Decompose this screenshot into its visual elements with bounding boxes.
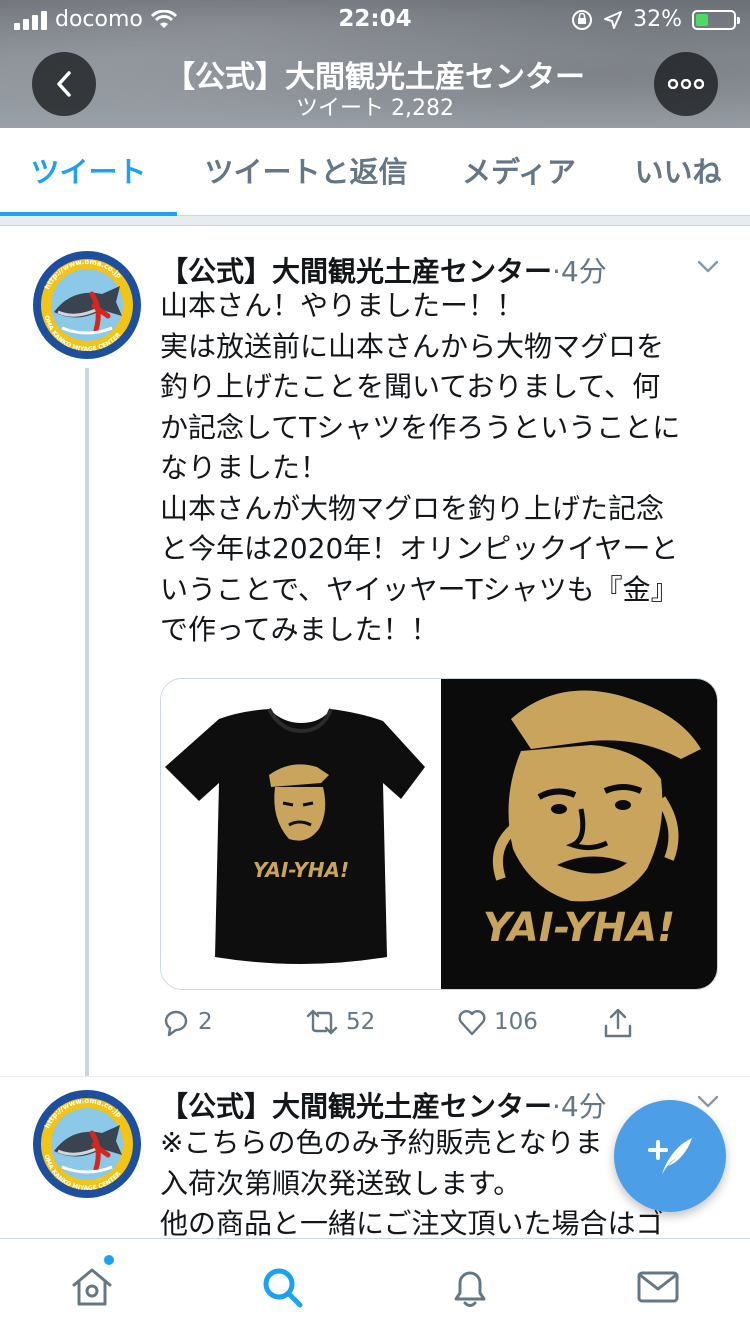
- reply-icon: [164, 1010, 188, 1037]
- home-icon[interactable]: [70, 1265, 114, 1309]
- profile-header: docomo 22:04 32% 【公式】大間観光土産センター ツイート 2,2…: [0, 0, 750, 128]
- share-button[interactable]: [602, 1006, 634, 1040]
- profile-tabs: ツイート ツイートと返信 メディア いいね: [0, 128, 750, 216]
- tweet-line: 山本さん！やりましたー！！: [160, 289, 525, 322]
- tweet-line: なりました！: [160, 451, 329, 484]
- tweet-line: 釣り上げたことを聞いておりまして、何: [160, 370, 661, 403]
- tweet-line: 山本さんが大物マグロを釣り上げた記念: [160, 491, 665, 525]
- location-icon: [604, 10, 623, 29]
- tab-tweets[interactable]: ツイート: [0, 128, 177, 216]
- retweet-icon: [306, 1009, 338, 1035]
- compose-button[interactable]: [614, 1100, 726, 1212]
- tweet-actions: 2 52 106: [160, 1006, 720, 1046]
- reply-count: 2: [198, 1009, 213, 1035]
- tab-tweets-and-replies[interactable]: ツイートと返信: [186, 128, 426, 216]
- tweet-separator: ·: [552, 255, 561, 288]
- avatar[interactable]: http://www.oma.co.jp OMA KANKO MIYAGE CE…: [32, 250, 142, 360]
- tweet-separator: ·: [552, 1090, 561, 1123]
- tab-divider: [0, 216, 750, 226]
- battery-percent: 32%: [633, 7, 682, 32]
- search-icon[interactable]: [260, 1265, 304, 1309]
- like-count: 106: [494, 1009, 538, 1035]
- tweet-count: ツイート 2,282: [296, 96, 454, 121]
- retweet-count: 52: [346, 1009, 376, 1035]
- like-icon: [458, 1010, 486, 1036]
- status-right: 32%: [571, 7, 740, 32]
- tweet-line: 実は放送前に山本さんから大物マグロを: [160, 329, 665, 363]
- bottom-nav: [0, 1238, 750, 1334]
- tweet-author-name[interactable]: 【公式】大間観光土産センター: [160, 1090, 552, 1123]
- tweet-header: 【公式】大間観光土産センター·4分: [160, 250, 720, 290]
- orientation-lock-icon: [572, 9, 593, 30]
- messages-icon[interactable]: [636, 1265, 680, 1309]
- like-button[interactable]: 106: [456, 1006, 538, 1038]
- tab-media[interactable]: メディア: [446, 128, 592, 216]
- tweet-text: 山本さん！やりましたー！！ 実は放送前に山本さんから大物マグロを 釣り上げたこと…: [160, 286, 728, 651]
- closeup-print-text: YAI-YHA!: [483, 905, 676, 951]
- tweet-line: いうことで、ヤイッヤーTシャツも『金』: [160, 572, 679, 606]
- share-icon: [604, 1008, 632, 1038]
- notifications-icon[interactable]: [448, 1265, 492, 1309]
- tweet-line: と今年は2020年！オリンピックイヤーと: [160, 532, 679, 565]
- status-bar: docomo 22:04 32%: [0, 0, 750, 40]
- avatar[interactable]: http://www.oma.co.jp OMA KANKO MIYAGE CE…: [32, 1089, 142, 1199]
- tweet-time: 4分: [560, 1090, 607, 1123]
- thread-line: [85, 368, 89, 1076]
- retweet-button[interactable]: 52: [304, 1006, 375, 1038]
- reply-button[interactable]: 2: [160, 1006, 213, 1038]
- tweet-time: 4分: [560, 255, 607, 288]
- chevron-down-icon[interactable]: [696, 254, 720, 278]
- avatar-logo: http://www.oma.co.jp OMA KANKO MIYAGE CE…: [33, 251, 141, 359]
- tweet-line: で作ってみました！！: [160, 613, 439, 646]
- tab-likes[interactable]: いいね: [620, 128, 736, 216]
- home-new-indicator: [104, 1255, 114, 1265]
- more-button[interactable]: [654, 52, 718, 116]
- tweet-media[interactable]: YAI-YHA! YAI-YHA!: [160, 678, 718, 990]
- more-icon: [668, 79, 704, 89]
- avatar-logo: http://www.oma.co.jp OMA KANKO MIYAGE CE…: [33, 1090, 141, 1198]
- battery-fill: [696, 13, 708, 26]
- compose-icon: [648, 1138, 692, 1174]
- tweet-line: か記念してTシャツを作ろうということに: [160, 410, 681, 444]
- battery-icon: [692, 9, 740, 30]
- shirt-print-text: YAI-YHA!: [253, 858, 349, 882]
- tweet-author-name[interactable]: 【公式】大間観光土産センター: [160, 255, 552, 288]
